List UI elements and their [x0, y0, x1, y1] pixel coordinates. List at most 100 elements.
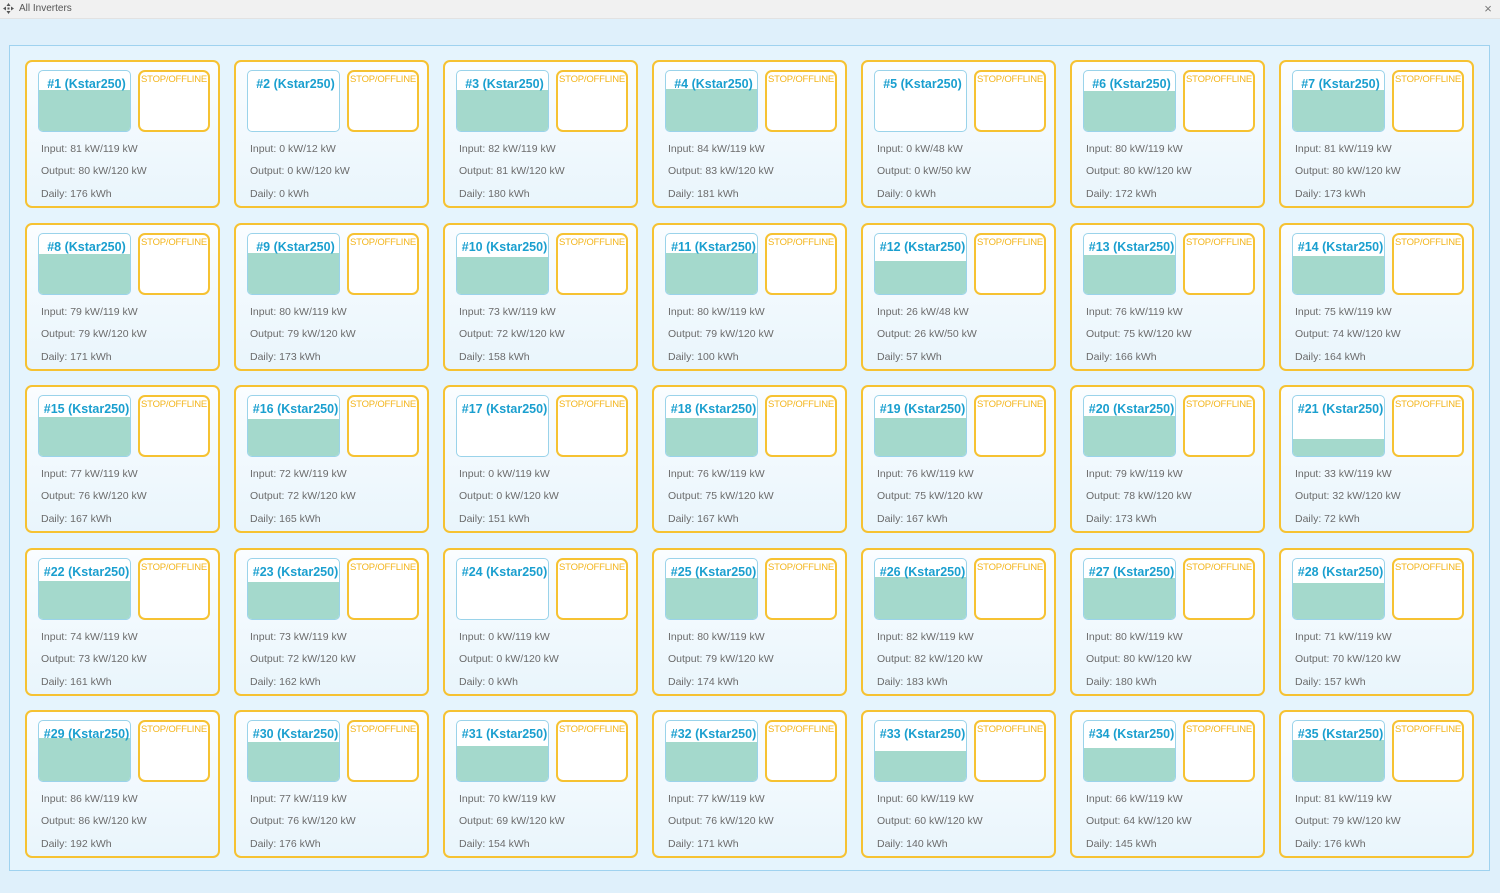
input-power: Input: 72 kW/119 kW: [250, 468, 347, 480]
load-gauge: #15 (Kstar250): [38, 395, 131, 457]
output-power: Output: 79 kW/120 kW: [1295, 815, 1401, 827]
inverter-card[interactable]: #23 (Kstar250) STOP/OFFLINE Input: 73 kW/1…: [234, 547, 429, 696]
inverter-card[interactable]: #32 (Kstar250) STOP/OFFLINE Input: 77 kW/1…: [652, 710, 847, 858]
status-label: STOP/OFFLINE: [559, 236, 626, 248]
inverter-card[interactable]: #26 (Kstar250) STOP/OFFLINE Input: 82 kW/1…: [861, 547, 1056, 696]
inverter-card[interactable]: #25 (Kstar250) STOP/OFFLINE Input: 80 kW/1…: [652, 547, 847, 696]
inverter-card[interactable]: #3 (Kstar250) STOP/OFFLINE Input: 82 kW/11…: [443, 60, 638, 208]
status-box: STOP/OFFLINE: [1392, 395, 1464, 457]
status-label: STOP/OFFLINE: [977, 399, 1044, 410]
status-box: STOP/OFFLINE: [1183, 70, 1255, 132]
status-label: STOP/OFFLINE: [1186, 236, 1253, 248]
output-power: Output: 78 kW/120 kW: [1086, 490, 1192, 502]
input-power: Input: 79 kW/119 kW: [41, 305, 138, 318]
inverter-name: #34 (Kstar250): [1088, 727, 1175, 741]
status-label: STOP/OFFLINE: [350, 399, 417, 410]
inverter-card[interactable]: #2 (Kstar250) STOP/OFFLINE Input: 0 kW/12 …: [234, 60, 429, 208]
status-box: STOP/OFFLINE: [974, 232, 1046, 295]
daily-energy: Daily: 145 kWh: [1086, 838, 1157, 850]
input-power: Input: 80 kW/119 kW: [250, 305, 347, 318]
daily-energy: Daily: 161 kWh: [41, 675, 112, 688]
inverter-card[interactable]: #14 (Kstar250) STOP/OFFLINE Input: 75 kW/1…: [1279, 222, 1474, 371]
status-box: STOP/OFFLINE: [974, 395, 1046, 457]
output-power: Output: 76 kW/120 kW: [668, 815, 774, 827]
inverter-card[interactable]: #10 (Kstar250) STOP/OFFLINE Input: 73 kW/1…: [443, 222, 638, 371]
input-power: Input: 84 kW/119 kW: [668, 143, 765, 155]
inverter-card[interactable]: #29 (Kstar250) STOP/OFFLINE Input: 86 kW/1…: [25, 710, 220, 858]
inverter-card[interactable]: #7 (Kstar250) STOP/OFFLINE Input: 81 kW/11…: [1279, 60, 1474, 208]
status-label: STOP/OFFLINE: [1186, 74, 1253, 85]
output-power: Output: 80 kW/120 kW: [41, 165, 147, 177]
inverter-card[interactable]: #5 (Kstar250) STOP/OFFLINE Input: 0 kW/48 …: [861, 60, 1056, 208]
input-power: Input: 33 kW/119 kW: [1295, 468, 1392, 480]
inverter-name: #11 (Kstar250): [671, 239, 756, 254]
close-icon[interactable]: ×: [1480, 0, 1496, 18]
inverter-card[interactable]: #34 (Kstar250) STOP/OFFLINE Input: 66 kW/1…: [1070, 710, 1265, 858]
status-label: STOP/OFFLINE: [141, 561, 208, 573]
output-power: Output: 79 kW/120 kW: [41, 327, 147, 340]
output-power: Output: 83 kW/120 kW: [668, 165, 774, 177]
inverter-card[interactable]: #9 (Kstar250) STOP/OFFLINE Input: 80 kW/11…: [234, 222, 429, 371]
status-label: STOP/OFFLINE: [1395, 399, 1462, 410]
inverter-card[interactable]: #21 (Kstar250) STOP/OFFLINE Input: 33 kW/1…: [1279, 385, 1474, 533]
load-gauge-fill: [457, 745, 548, 781]
status-label: STOP/OFFLINE: [1186, 561, 1253, 573]
load-gauge: #32 (Kstar250): [665, 720, 758, 782]
inverter-card[interactable]: #8 (Kstar250) STOP/OFFLINE Input: 79 kW/11…: [25, 222, 220, 371]
load-gauge: #6 (Kstar250): [1083, 70, 1176, 132]
input-power: Input: 0 kW/119 kW: [459, 468, 550, 480]
inverter-card[interactable]: #11 (Kstar250) STOP/OFFLINE Input: 80 kW/1…: [652, 222, 847, 371]
inverter-card[interactable]: #28 (Kstar250) STOP/OFFLINE Input: 71 kW/1…: [1279, 547, 1474, 696]
inverter-card[interactable]: #33 (Kstar250) STOP/OFFLINE Input: 60 kW/1…: [861, 710, 1056, 858]
status-box: STOP/OFFLINE: [556, 720, 628, 782]
inverter-card[interactable]: #19 (Kstar250) STOP/OFFLINE Input: 76 kW/1…: [861, 385, 1056, 533]
app-icon: [3, 3, 14, 14]
status-box: STOP/OFFLINE: [1392, 70, 1464, 132]
inverter-card[interactable]: #12 (Kstar250) STOP/OFFLINE Input: 26 kW/4…: [861, 222, 1056, 371]
inverters-panel: #1 (Kstar250) STOP/OFFLINE Input: 81 kW/11…: [9, 45, 1490, 871]
inverter-card[interactable]: #27 (Kstar250) STOP/OFFLINE Input: 80 kW/1…: [1070, 547, 1265, 696]
input-power: Input: 0 kW/119 kW: [459, 630, 550, 643]
load-gauge-fill: [39, 90, 130, 131]
daily-energy: Daily: 173 kWh: [1295, 188, 1366, 200]
load-gauge: #34 (Kstar250): [1083, 720, 1176, 782]
inverter-card[interactable]: #20 (Kstar250) STOP/OFFLINE Input: 79 kW/1…: [1070, 385, 1265, 533]
input-power: Input: 76 kW/119 kW: [668, 468, 765, 480]
inverter-card[interactable]: #17 (Kstar250) STOP/OFFLINE Input: 0 kW/11…: [443, 385, 638, 533]
load-gauge: #26 (Kstar250): [874, 557, 967, 620]
load-gauge: #3 (Kstar250): [456, 70, 549, 132]
inverter-name: #12 (Kstar250): [879, 239, 966, 254]
inverter-card[interactable]: #13 (Kstar250) STOP/OFFLINE Input: 76 kW/1…: [1070, 222, 1265, 371]
inverter-card[interactable]: #30 (Kstar250) STOP/OFFLINE Input: 77 kW/1…: [234, 710, 429, 858]
load-gauge-fill: [457, 90, 548, 131]
inverter-card[interactable]: #16 (Kstar250) STOP/OFFLINE Input: 72 kW/1…: [234, 385, 429, 533]
input-power: Input: 80 kW/119 kW: [1086, 143, 1183, 155]
inverter-card[interactable]: #22 (Kstar250) STOP/OFFLINE Input: 74 kW/1…: [25, 547, 220, 696]
daily-energy: Daily: 164 kWh: [1295, 350, 1366, 363]
inverter-name: #23 (Kstar250): [252, 564, 339, 579]
load-gauge-fill: [39, 417, 130, 456]
inverter-card[interactable]: #6 (Kstar250) STOP/OFFLINE Input: 80 kW/11…: [1070, 60, 1265, 208]
daily-energy: Daily: 172 kWh: [1086, 188, 1157, 200]
daily-energy: Daily: 171 kWh: [668, 838, 739, 850]
load-gauge-fill: [39, 737, 130, 781]
inverter-card[interactable]: #1 (Kstar250) STOP/OFFLINE Input: 81 kW/11…: [25, 60, 220, 208]
status-label: STOP/OFFLINE: [768, 236, 835, 248]
load-gauge: #10 (Kstar250): [456, 232, 549, 295]
inverter-card[interactable]: #35 (Kstar250) STOP/OFFLINE Input: 81 kW/1…: [1279, 710, 1474, 858]
load-gauge-fill: [39, 253, 130, 294]
load-gauge: #33 (Kstar250): [874, 720, 967, 782]
inverter-card[interactable]: #31 (Kstar250) STOP/OFFLINE Input: 70 kW/1…: [443, 710, 638, 858]
load-gauge-fill: [1293, 255, 1384, 294]
inverter-card[interactable]: #18 (Kstar250) STOP/OFFLINE Input: 76 kW/1…: [652, 385, 847, 533]
inverter-card[interactable]: #24 (Kstar250) STOP/OFFLINE Input: 0 kW/11…: [443, 547, 638, 696]
output-power: Output: 72 kW/120 kW: [250, 652, 356, 665]
inverter-name: #4 (Kstar250): [674, 77, 753, 91]
daily-energy: Daily: 176 kWh: [41, 188, 112, 200]
status-box: STOP/OFFLINE: [765, 232, 837, 295]
daily-energy: Daily: 167 kWh: [41, 513, 112, 525]
load-gauge-fill: [1293, 90, 1384, 131]
inverter-card[interactable]: #4 (Kstar250) STOP/OFFLINE Input: 84 kW/11…: [652, 60, 847, 208]
inverter-card[interactable]: #15 (Kstar250) STOP/OFFLINE Input: 77 kW/1…: [25, 385, 220, 533]
daily-energy: Daily: 173 kWh: [1086, 513, 1157, 525]
